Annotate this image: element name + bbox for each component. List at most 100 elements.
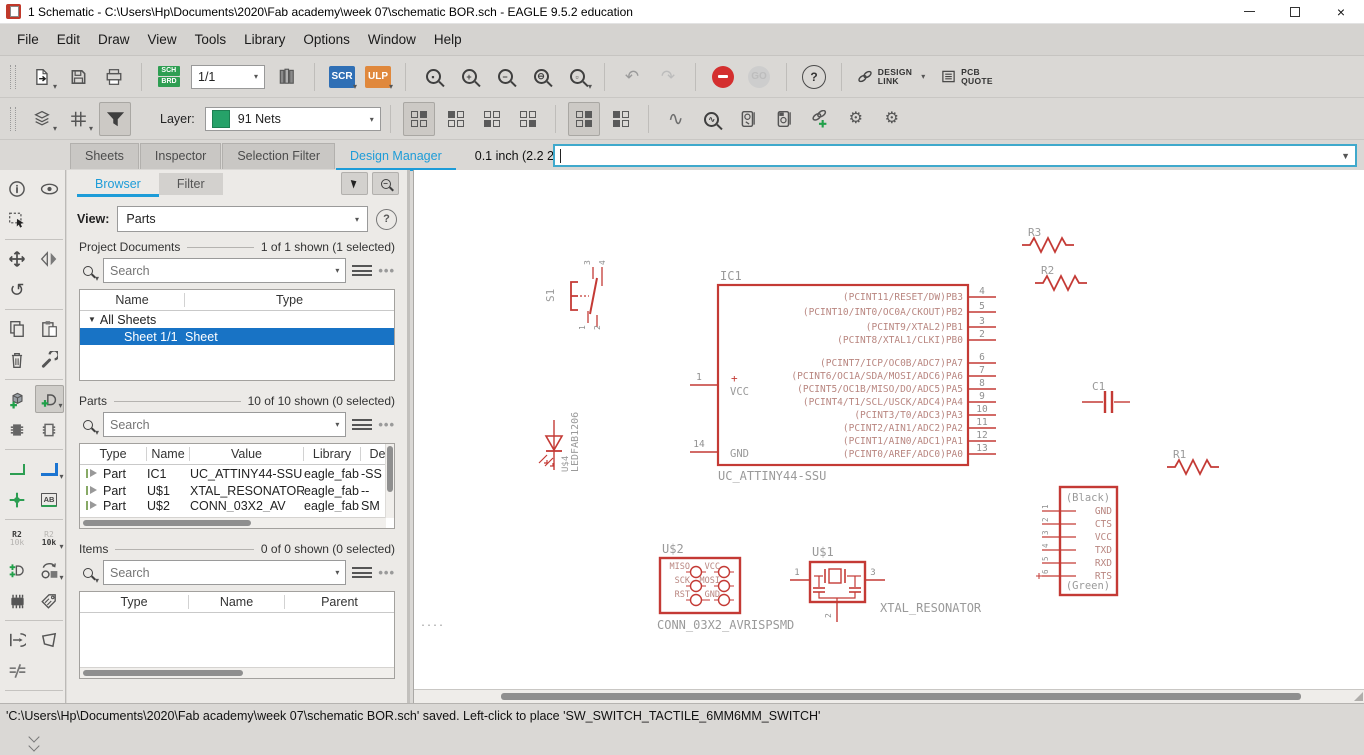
- menu-tools[interactable]: Tools: [186, 32, 236, 47]
- menu-file[interactable]: File: [8, 32, 48, 47]
- open-document-button[interactable]: ▾: [27, 61, 57, 93]
- expand-triangle-icon[interactable]: ▼: [88, 315, 96, 324]
- simulation-settings-button[interactable]: ⚙: [877, 103, 907, 135]
- name-button[interactable]: R2 10k: [3, 525, 32, 553]
- more-options-icon[interactable]: •••: [378, 263, 395, 278]
- parts-hscrollbar[interactable]: [80, 517, 386, 528]
- rotate-button[interactable]: ↺: [3, 276, 32, 304]
- scrollbar-thumb[interactable]: [83, 670, 243, 676]
- add-gate-button[interactable]: [3, 556, 32, 584]
- gate-display-mode-2-button[interactable]: [441, 103, 471, 135]
- list-options-icon[interactable]: [352, 417, 373, 433]
- menu-view[interactable]: View: [139, 32, 186, 47]
- search-icon[interactable]: [83, 419, 93, 430]
- show-button[interactable]: [35, 175, 64, 203]
- sheet-row-selected[interactable]: Sheet 1/1 Sheet: [80, 328, 394, 345]
- invoke-button[interactable]: [3, 416, 32, 444]
- scrollbar-thumb[interactable]: [83, 520, 251, 526]
- schematic-led-u4[interactable]: U$4 LEDFAB1206: [538, 412, 581, 472]
- bus-button[interactable]: ▾: [35, 455, 64, 483]
- stop-button[interactable]: [708, 61, 738, 93]
- menu-window[interactable]: Window: [359, 32, 425, 47]
- list-options-icon[interactable]: [352, 263, 373, 279]
- all-sheets-group-row[interactable]: ▼ All Sheets: [80, 311, 394, 328]
- tab-sheets[interactable]: Sheets: [70, 142, 139, 169]
- schematic-switch-s1[interactable]: S1 3 4 1 2: [544, 260, 607, 330]
- label-button[interactable]: AB: [35, 486, 64, 514]
- gateswap-button[interactable]: [35, 416, 64, 444]
- toolbar-grip[interactable]: [10, 64, 16, 89]
- sch-brd-toggle-button[interactable]: SCH BRD: [154, 61, 184, 93]
- gate-display-mode-3-button[interactable]: [477, 103, 507, 135]
- pcb-quote-button[interactable]: PCB QUOTE: [934, 61, 1000, 93]
- multimeter-wave-button[interactable]: [769, 103, 799, 135]
- zoom-limit-button[interactable]: ⊖: [526, 61, 556, 93]
- schematic-resistor-r3[interactable]: R3: [1022, 226, 1074, 255]
- layer-selector[interactable]: 91 Nets ▾: [204, 107, 381, 131]
- zoom-out-button[interactable]: −: [490, 61, 520, 93]
- help-button[interactable]: ?: [799, 61, 829, 93]
- more-options-icon[interactable]: •••: [378, 417, 395, 432]
- schematic-connector-u2[interactable]: U$2 MISO SCK RST VCC MOSI GND CONN_03X2_…: [657, 542, 794, 632]
- add-part-button[interactable]: [3, 385, 32, 413]
- zoom-fit-button[interactable]: ▪: [418, 61, 448, 93]
- save-button[interactable]: [63, 61, 93, 93]
- part-row[interactable]: Part U$1 XTAL_RESONATOR eagle_fab --: [80, 482, 394, 499]
- redo-button[interactable]: ↷: [653, 61, 683, 93]
- tab-selection-filter[interactable]: Selection Filter: [222, 142, 336, 169]
- scrollbar-thumb[interactable]: [501, 693, 1301, 700]
- toolbar-expand-button[interactable]: [4, 727, 64, 755]
- schematic-canvas[interactable]: S1 3 4 1 2 U$4 LEDFAB1206 R3 R2 C1 R1 IC…: [413, 170, 1364, 703]
- more-options-icon[interactable]: •••: [378, 565, 395, 580]
- view-selector[interactable]: Parts ▾: [117, 206, 368, 232]
- change-button[interactable]: [35, 346, 64, 374]
- gate-display-mode-1-button[interactable]: [402, 102, 435, 136]
- design-link-button[interactable]: DESIGN LINK ▾: [854, 61, 928, 93]
- selection-filter-button[interactable]: [99, 102, 131, 136]
- move-button[interactable]: [3, 245, 32, 273]
- parts-table-header[interactable]: Type Name Value Library De: [80, 444, 394, 465]
- zoom-selection-button[interactable]: −: [372, 172, 399, 195]
- search-icon[interactable]: [83, 567, 93, 578]
- items-search-box[interactable]: ▾: [103, 560, 347, 585]
- parts-search-box[interactable]: ▾: [103, 412, 347, 437]
- erc-button[interactable]: [3, 626, 32, 654]
- gate-display-mode-5-button[interactable]: [567, 102, 600, 136]
- part-row[interactable]: Part IC1 UC_ATTINY44-SSU eagle_fab -SS: [80, 465, 394, 482]
- documents-search-box[interactable]: ▾: [103, 258, 347, 283]
- subtab-filter[interactable]: Filter: [158, 172, 223, 195]
- delete-button[interactable]: [3, 346, 32, 374]
- items-search-input[interactable]: [104, 565, 336, 580]
- probe-button[interactable]: ∿: [697, 103, 727, 135]
- schematic-ftdi-header[interactable]: (Black) 1 2 3 4 5 6 GND CTS VCC TXD RXD …: [1036, 485, 1119, 597]
- documents-table-header[interactable]: Name Type: [80, 290, 394, 311]
- restore-button[interactable]: [1272, 0, 1318, 23]
- parts-vscrollbar[interactable]: [385, 444, 394, 518]
- documents-search-input[interactable]: [104, 263, 336, 278]
- grid-button[interactable]: ▾: [63, 103, 93, 135]
- items-table-header[interactable]: Type Name Parent: [80, 592, 394, 613]
- add-symbol-button[interactable]: ▾: [34, 385, 64, 413]
- zoom-in-button[interactable]: +: [454, 61, 484, 93]
- menu-help[interactable]: Help: [425, 32, 471, 47]
- copy-button[interactable]: [3, 315, 32, 343]
- tab-inspector[interactable]: Inspector: [139, 142, 222, 169]
- simulate-button[interactable]: ∿: [661, 103, 691, 135]
- mirror-button[interactable]: [35, 245, 64, 273]
- subtab-browser[interactable]: Browser: [77, 173, 159, 197]
- paste-button[interactable]: [35, 315, 64, 343]
- menu-draw[interactable]: Draw: [89, 32, 139, 47]
- library-button[interactable]: [272, 61, 302, 93]
- pick-tool-button[interactable]: [341, 172, 368, 195]
- menu-edit[interactable]: Edit: [48, 32, 89, 47]
- schematic-capacitor-c1[interactable]: C1: [1082, 380, 1130, 413]
- gate-display-mode-6-button[interactable]: [606, 103, 636, 135]
- resize-grip[interactable]: [1354, 692, 1363, 701]
- net-button[interactable]: [3, 455, 32, 483]
- schematic-resonator-u1[interactable]: U$1 1 3 2 XTAL_RESONATOR: [790, 545, 982, 622]
- gate-display-mode-4-button[interactable]: [513, 103, 543, 135]
- script-button[interactable]: SCR ▾: [327, 61, 357, 93]
- ulp-button[interactable]: ULP ▾: [363, 61, 393, 93]
- junction-button[interactable]: [3, 486, 32, 514]
- undo-button[interactable]: ↶: [617, 61, 647, 93]
